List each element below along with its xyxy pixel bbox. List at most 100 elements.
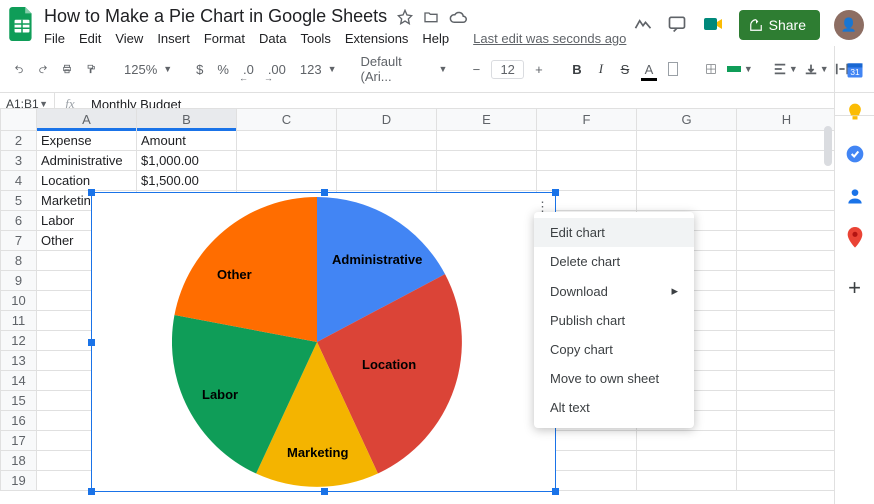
title-bar: How to Make a Pie Chart in Google Sheets…	[0, 0, 874, 46]
col-header-e[interactable]: E	[437, 109, 537, 131]
ctx-delete-chart[interactable]: Delete chart	[534, 247, 694, 276]
menu-help[interactable]: Help	[422, 31, 449, 46]
font-size-input[interactable]: 12	[491, 60, 523, 79]
row-header[interactable]: 7	[1, 231, 37, 251]
font-size-increase[interactable]: +	[530, 59, 548, 80]
font-family-dropdown[interactable]: Default (Ari...▼	[357, 52, 448, 86]
merge-cells-button[interactable]: ▼	[726, 61, 753, 77]
add-addon-icon[interactable]: +	[845, 278, 865, 298]
row-header[interactable]: 4	[1, 171, 37, 191]
cell[interactable]: Amount	[137, 131, 237, 151]
font-size-decrease[interactable]: −	[467, 59, 485, 80]
row-header[interactable]: 18	[1, 451, 37, 471]
strikethrough-button[interactable]: S	[616, 59, 634, 80]
cell[interactable]: $1,500.00	[137, 171, 237, 191]
ctx-move-own-sheet[interactable]: Move to own sheet	[534, 364, 694, 393]
chart-context-menu: Edit chart Delete chart Download▸ Publis…	[534, 212, 694, 428]
menu-format[interactable]: Format	[204, 31, 245, 46]
row-header[interactable]: 13	[1, 351, 37, 371]
menu-edit[interactable]: Edit	[79, 31, 101, 46]
row-header[interactable]: 12	[1, 331, 37, 351]
redo-icon[interactable]	[34, 58, 52, 80]
select-all-corner[interactable]	[1, 109, 37, 131]
vertical-scrollbar[interactable]	[820, 108, 834, 168]
star-icon[interactable]	[397, 9, 413, 25]
format-currency-button[interactable]: $	[192, 60, 207, 79]
menu-tools[interactable]: Tools	[300, 31, 330, 46]
keep-icon[interactable]	[845, 102, 865, 122]
vertical-align-button[interactable]: ▼	[804, 62, 829, 76]
ctx-alt-text[interactable]: Alt text	[534, 393, 694, 422]
row-header[interactable]: 19	[1, 471, 37, 491]
col-header-f[interactable]: F	[537, 109, 637, 131]
cell[interactable]: $1,000.00	[137, 151, 237, 171]
italic-button[interactable]: I	[592, 58, 610, 80]
row-header[interactable]: 6	[1, 211, 37, 231]
row-header[interactable]: 8	[1, 251, 37, 271]
menu-extensions[interactable]: Extensions	[345, 31, 409, 46]
undo-icon[interactable]	[10, 58, 28, 80]
col-header-g[interactable]: G	[637, 109, 737, 131]
resize-handle[interactable]	[552, 189, 559, 196]
tasks-icon[interactable]	[845, 144, 865, 164]
menu-insert[interactable]: Insert	[157, 31, 190, 46]
paint-format-icon[interactable]	[82, 58, 100, 80]
activity-icon[interactable]	[633, 14, 653, 37]
fill-color-button[interactable]	[664, 59, 682, 79]
cloud-saved-icon[interactable]	[449, 10, 467, 24]
ctx-download[interactable]: Download▸	[534, 276, 694, 306]
bold-button[interactable]: B	[568, 59, 586, 80]
contacts-icon[interactable]	[845, 186, 865, 206]
zoom-value: 125%	[120, 60, 161, 79]
horizontal-align-button[interactable]: ▼	[773, 62, 798, 76]
ctx-edit-chart[interactable]: Edit chart	[534, 218, 694, 247]
row-header[interactable]: 16	[1, 411, 37, 431]
cell[interactable]: Administrative	[37, 151, 137, 171]
row-header[interactable]: 10	[1, 291, 37, 311]
zoom-dropdown[interactable]: 125%▼	[120, 60, 172, 79]
row-header[interactable]: 11	[1, 311, 37, 331]
col-header-c[interactable]: C	[237, 109, 337, 131]
resize-handle[interactable]	[88, 488, 95, 495]
meet-icon[interactable]	[701, 12, 725, 39]
cell[interactable]: Location	[37, 171, 137, 191]
maps-icon[interactable]	[845, 228, 865, 248]
row-header[interactable]: 9	[1, 271, 37, 291]
last-edit-link[interactable]: Last edit was seconds ago	[473, 31, 626, 46]
col-header-a[interactable]: A	[37, 109, 137, 131]
menu-view[interactable]: View	[115, 31, 143, 46]
row-header[interactable]: 5	[1, 191, 37, 211]
resize-handle[interactable]	[88, 339, 95, 346]
calendar-icon[interactable]: 31	[845, 60, 865, 80]
print-icon[interactable]	[58, 58, 76, 80]
share-button[interactable]: Share	[739, 10, 820, 40]
ctx-copy-chart[interactable]: Copy chart	[534, 335, 694, 364]
borders-button[interactable]	[702, 58, 720, 80]
document-title[interactable]: How to Make a Pie Chart in Google Sheets	[44, 6, 387, 27]
menu-data[interactable]: Data	[259, 31, 286, 46]
row-header[interactable]: 14	[1, 371, 37, 391]
resize-handle[interactable]	[321, 189, 328, 196]
resize-handle[interactable]	[321, 488, 328, 495]
number-format-dropdown[interactable]: 123▼	[296, 60, 337, 79]
row-header[interactable]: 17	[1, 431, 37, 451]
row-header[interactable]: 3	[1, 151, 37, 171]
ctx-publish-chart[interactable]: Publish chart	[534, 306, 694, 335]
resize-handle[interactable]	[552, 488, 559, 495]
resize-handle[interactable]	[88, 189, 95, 196]
menu-file[interactable]: File	[44, 31, 65, 46]
increase-decimal-button[interactable]: .00→	[264, 60, 290, 79]
row-header[interactable]: 2	[1, 131, 37, 151]
account-avatar[interactable]: 👤	[834, 10, 864, 40]
cell[interactable]: Expense	[37, 131, 137, 151]
col-header-d[interactable]: D	[337, 109, 437, 131]
text-color-button[interactable]: A	[640, 59, 658, 80]
move-to-folder-icon[interactable]	[423, 9, 439, 25]
row-header[interactable]: 15	[1, 391, 37, 411]
comments-icon[interactable]	[667, 14, 687, 37]
decrease-decimal-button[interactable]: .0←	[239, 60, 258, 79]
col-header-b[interactable]: B	[137, 109, 237, 131]
sheets-app-icon[interactable]	[8, 6, 36, 42]
format-percent-button[interactable]: %	[213, 60, 233, 79]
embedded-pie-chart[interactable]: ⋮ Administrative Location Marketing Labo…	[91, 192, 556, 492]
